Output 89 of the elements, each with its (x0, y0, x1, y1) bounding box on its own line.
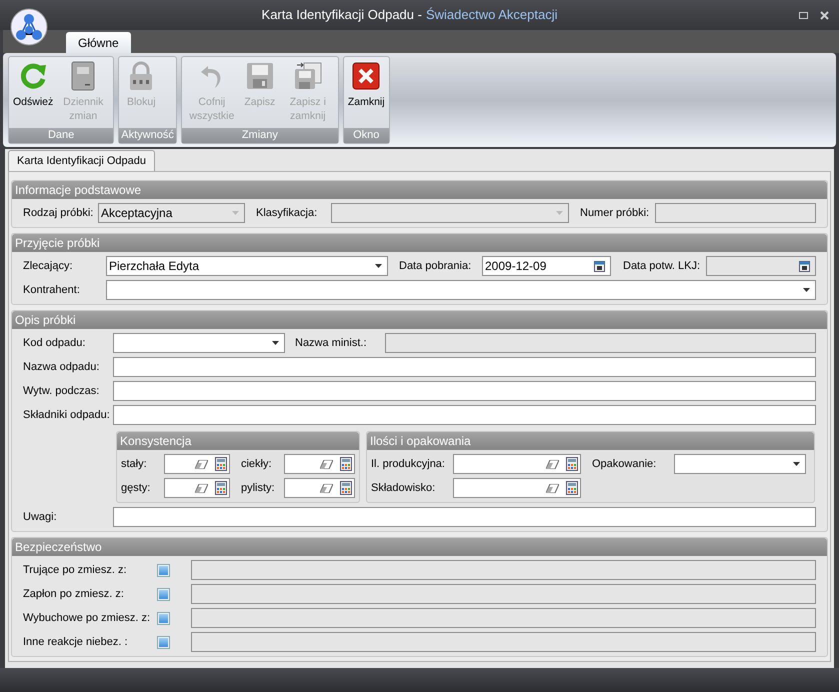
calendar-icon (799, 260, 810, 272)
dropdown-field[interactable] (113, 333, 285, 353)
number-field[interactable] (453, 478, 581, 498)
close-icon[interactable] (820, 10, 829, 20)
field-label: Rodzaj próbki: (23, 206, 94, 221)
eraser-icon (546, 484, 559, 492)
date-field[interactable]: 2009-12-09 (482, 256, 611, 276)
ribbon-group-label: Dane (9, 128, 114, 143)
field-label: Nazwa minist.: (295, 336, 368, 351)
field-label: Data pobrania: (399, 258, 472, 274)
calculator-icon (215, 457, 228, 471)
calculator-icon (566, 481, 578, 495)
checkbox[interactable] (157, 612, 170, 624)
section-header: Informacje podstawowe (12, 181, 827, 199)
number-field[interactable] (453, 454, 581, 474)
dropdown-field[interactable] (674, 454, 806, 474)
field-value: Akceptacyjna (101, 205, 172, 222)
dropdown-caret-icon (793, 462, 800, 466)
eraser-icon (320, 484, 333, 492)
ribbon-group-label: Zmiany (182, 128, 338, 143)
field-value: Pierzchała Edyta (109, 258, 200, 275)
field-label: pylisty: (240, 480, 276, 496)
field-label: Trujące po zmiesz. z: (23, 562, 128, 578)
document-tab[interactable]: Karta Identyfikacji Odpadu (8, 150, 156, 171)
refresh-icon (18, 61, 48, 91)
field-label: Kod odpadu: (23, 336, 86, 351)
field-label: gęsty: (121, 480, 152, 496)
checkbox[interactable] (157, 564, 170, 576)
text-field[interactable] (113, 405, 816, 425)
dropdown-caret-icon (232, 211, 239, 215)
field-label: Składowisko: (371, 480, 436, 496)
field-label: Wytw. podczas: (23, 384, 100, 399)
floppy-disks-icon (292, 61, 323, 91)
text-field[interactable] (113, 357, 816, 377)
field-label: Zapłon po zmiesz. z: (23, 586, 125, 602)
checkbox[interactable] (157, 588, 170, 600)
field-label: Il. produkcyjna: (371, 456, 446, 472)
ribbon-group-label: Okno (344, 128, 389, 143)
field-label: Kontrahent: (23, 282, 81, 298)
field-label: Wybuchowe po zmiesz. z: (23, 610, 152, 626)
dropdown-field[interactable] (106, 280, 816, 300)
dropdown-caret-icon (803, 288, 810, 292)
notebook-icon (70, 61, 96, 91)
checkbox[interactable] (157, 636, 170, 648)
calculator-icon (566, 457, 578, 471)
field-label: Inne reakcje niebez. : (23, 634, 129, 650)
field-label: stały: (121, 456, 148, 472)
eraser-icon (195, 484, 208, 492)
calendar-icon (594, 260, 605, 272)
field-label: ciekły: (240, 456, 273, 472)
field-label: Składniki odpadu: (23, 408, 111, 423)
dropdown-caret-icon (375, 264, 382, 268)
section-header: Przyjęcie próbki (12, 234, 827, 252)
field-label: Uwagi: (23, 510, 58, 525)
field-label: Opakowanie: (592, 456, 658, 472)
section-header: Opis próbki (12, 311, 827, 329)
number-field[interactable] (284, 454, 355, 474)
calculator-icon (340, 481, 352, 495)
field-label: Data potw. LKJ: (623, 258, 702, 274)
number-field[interactable] (164, 478, 230, 498)
section-header: Bezpieczeństwo (12, 538, 827, 556)
field-label: Nazwa odpadu: (23, 360, 100, 375)
number-field[interactable] (284, 478, 355, 498)
ribbon-tab[interactable]: Główne (66, 32, 131, 53)
ribbon-group-label: Aktywność (119, 128, 176, 143)
field-label: Klasyfikacja: (256, 206, 318, 221)
eraser-icon (546, 460, 559, 468)
field-value: 2009-12-09 (485, 258, 546, 275)
calculator-icon (215, 481, 228, 495)
section-header: Ilości i opakowania (367, 432, 814, 450)
window-subtitle: Świadectwo Akceptacji (426, 6, 558, 24)
calculator-icon (340, 457, 352, 471)
ribbon-button[interactable]: Zamknij (346, 60, 387, 128)
padlock-icon (128, 61, 154, 91)
dropdown-field[interactable]: Pierzchała Edyta (106, 256, 388, 276)
ribbon-button[interactable]: Odśwież (11, 60, 56, 128)
minimize-icon[interactable] (799, 12, 808, 18)
eraser-icon (195, 460, 208, 468)
section-header: Konsystencja (117, 432, 359, 450)
close-icon (352, 62, 380, 90)
text-field[interactable] (113, 381, 816, 401)
eraser-icon (320, 460, 333, 468)
field-label: Zlecający: (23, 258, 74, 274)
field-label: Numer próbki: (580, 206, 650, 221)
dropdown-caret-icon (272, 341, 279, 345)
dropdown-caret-icon (556, 211, 563, 215)
window-title: Karta Identyfikacji Odpadu - (262, 6, 422, 24)
text-field[interactable] (113, 507, 816, 527)
number-field[interactable] (164, 454, 230, 474)
